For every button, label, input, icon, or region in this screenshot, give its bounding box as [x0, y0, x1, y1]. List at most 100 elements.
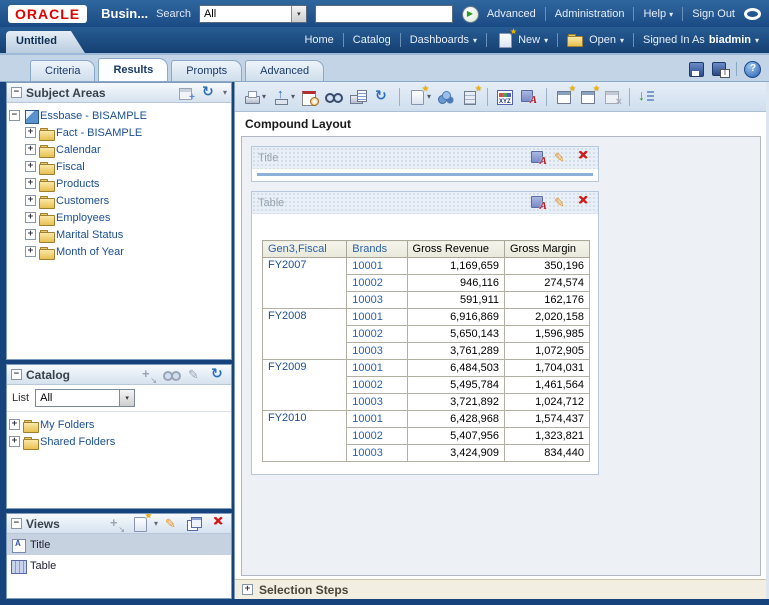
search-scope-dropdown-icon[interactable]: ▾ [290, 5, 306, 22]
collapse-node-icon[interactable] [9, 110, 20, 121]
remove-view-icon[interactable] [574, 147, 592, 166]
dashboards-menu[interactable]: Dashboards ▾ [410, 34, 477, 46]
delete-view-button[interactable] [603, 89, 622, 108]
column-header-gross-revenue[interactable]: Gross Revenue [406, 240, 506, 258]
fiscal-cell[interactable]: FY2010 [261, 410, 348, 462]
brand-cell[interactable]: 10002 [346, 376, 408, 394]
edit-formulas-button[interactable] [496, 89, 514, 105]
fiscal-cell[interactable]: FY2007 [261, 257, 348, 309]
sign-out-link[interactable]: Sign Out [692, 8, 735, 20]
refresh-results-button[interactable] [373, 87, 391, 105]
edit-view-icon[interactable] [552, 150, 570, 166]
brand-cell[interactable]: 10002 [346, 274, 408, 292]
catalog-refresh-icon[interactable] [209, 365, 227, 383]
expand-node-icon[interactable] [9, 419, 20, 430]
expand-selection-steps-icon[interactable] [242, 584, 253, 595]
help-icon[interactable] [743, 61, 761, 78]
new-menu[interactable]: New ▾ [496, 27, 548, 48]
catalog-edit-icon[interactable] [186, 367, 204, 383]
signed-in-menu[interactable]: Signed In As biadmin ▾ [643, 34, 759, 46]
tree-item[interactable]: Month of Year [25, 243, 229, 260]
brand-cell[interactable]: 10001 [346, 257, 408, 275]
tree-item[interactable]: Fiscal [25, 158, 229, 175]
catalog-list-dropdown-icon[interactable]: ▾ [119, 390, 135, 406]
new-master-detail-button[interactable] [555, 84, 576, 105]
column-header-brands[interactable]: Brands [346, 240, 408, 258]
edit-view-icon[interactable] [163, 516, 181, 532]
table-view-header[interactable]: Table [252, 192, 598, 214]
view-list-item-title[interactable]: Title [7, 534, 231, 555]
export-button[interactable]: ▾ [272, 86, 295, 105]
add-view-to-layout-icon[interactable] [108, 515, 126, 534]
document-tab[interactable]: Untitled [6, 31, 85, 53]
expand-node-icon[interactable] [9, 436, 20, 447]
search-go-icon[interactable] [461, 5, 479, 23]
view-list-item-table[interactable]: Table [7, 555, 231, 576]
tree-item[interactable]: Employees [25, 209, 229, 226]
expand-node-icon[interactable] [25, 229, 36, 240]
tree-item-root[interactable]: Essbase - BISAMPLE [9, 107, 229, 124]
chevron-down-icon[interactable]: ▾ [154, 519, 158, 528]
tree-item[interactable]: Customers [25, 192, 229, 209]
remove-view-icon[interactable] [209, 514, 227, 532]
brand-cell[interactable]: 10003 [346, 393, 408, 411]
remove-view-icon[interactable] [574, 192, 592, 211]
expand-node-icon[interactable] [25, 212, 36, 223]
chevron-down-icon[interactable]: ▾ [223, 88, 227, 97]
collapse-panel-icon[interactable] [11, 518, 22, 529]
new-view-icon[interactable] [131, 514, 152, 532]
brand-cell[interactable]: 10003 [346, 342, 408, 360]
modify-subject-areas-icon[interactable] [177, 85, 195, 103]
new-group-button[interactable] [437, 88, 456, 105]
sort-button[interactable] [638, 87, 656, 105]
tree-item[interactable]: Marital Status [25, 226, 229, 243]
tab-advanced[interactable]: Advanced [245, 60, 325, 81]
tree-item[interactable]: My Folders [9, 416, 229, 433]
tab-prompts[interactable]: Prompts [171, 60, 243, 81]
expand-node-icon[interactable] [25, 161, 36, 172]
brand-cell[interactable]: 10001 [346, 359, 408, 377]
save-as-icon[interactable] [712, 61, 730, 78]
catalog-copy-icon[interactable] [140, 366, 158, 385]
expand-node-icon[interactable] [25, 127, 36, 138]
brand-cell[interactable]: 10002 [346, 325, 408, 343]
save-icon[interactable] [688, 61, 706, 77]
brand-cell[interactable]: 10001 [346, 410, 408, 428]
catalog-list-select[interactable]: All ▾ [35, 389, 136, 407]
print-button[interactable]: ▾ [243, 89, 266, 105]
column-header-gross-margin[interactable]: Gross Margin [504, 240, 590, 258]
import-formatting-button[interactable] [520, 89, 538, 106]
tab-results[interactable]: Results [98, 58, 169, 81]
catalog-preview-icon[interactable] [163, 366, 181, 383]
tree-item[interactable]: Shared Folders [9, 433, 229, 450]
brand-cell[interactable]: 10001 [346, 308, 408, 326]
expand-node-icon[interactable] [25, 144, 36, 155]
open-menu[interactable]: Open ▾ [567, 32, 624, 48]
tree-item[interactable]: Fact - BISAMPLE [25, 124, 229, 141]
column-header-fiscal[interactable]: Gen3,Fiscal [261, 240, 348, 258]
home-link[interactable]: Home [304, 34, 333, 46]
print-options-button[interactable] [349, 89, 368, 105]
fiscal-cell[interactable]: FY2009 [261, 359, 348, 411]
new-view-button[interactable]: ▾ [408, 84, 431, 105]
new-calculated-item-button[interactable] [461, 84, 482, 105]
format-container-icon[interactable] [530, 195, 548, 212]
tab-criteria[interactable]: Criteria [30, 60, 96, 81]
brand-cell[interactable]: 10002 [346, 427, 408, 445]
tree-item[interactable]: Products [25, 175, 229, 192]
schedule-button[interactable] [301, 89, 320, 106]
search-input[interactable] [314, 4, 453, 23]
administration-link[interactable]: Administration [555, 8, 625, 20]
advanced-link[interactable]: Advanced [487, 8, 536, 20]
collapse-panel-icon[interactable] [11, 369, 22, 380]
title-view-header[interactable]: Title [252, 147, 598, 169]
brand-cell[interactable]: 10003 [346, 291, 408, 309]
fiscal-cell[interactable]: FY2008 [261, 308, 348, 360]
expand-node-icon[interactable] [25, 195, 36, 206]
edit-view-icon[interactable] [552, 195, 570, 211]
search-scope-select[interactable]: All ▾ [198, 4, 307, 23]
catalog-link[interactable]: Catalog [353, 34, 391, 46]
dashboard-preview-button[interactable] [325, 88, 344, 105]
duplicate-view-button[interactable] [579, 84, 600, 105]
selection-steps-bar[interactable]: Selection Steps [235, 579, 766, 599]
